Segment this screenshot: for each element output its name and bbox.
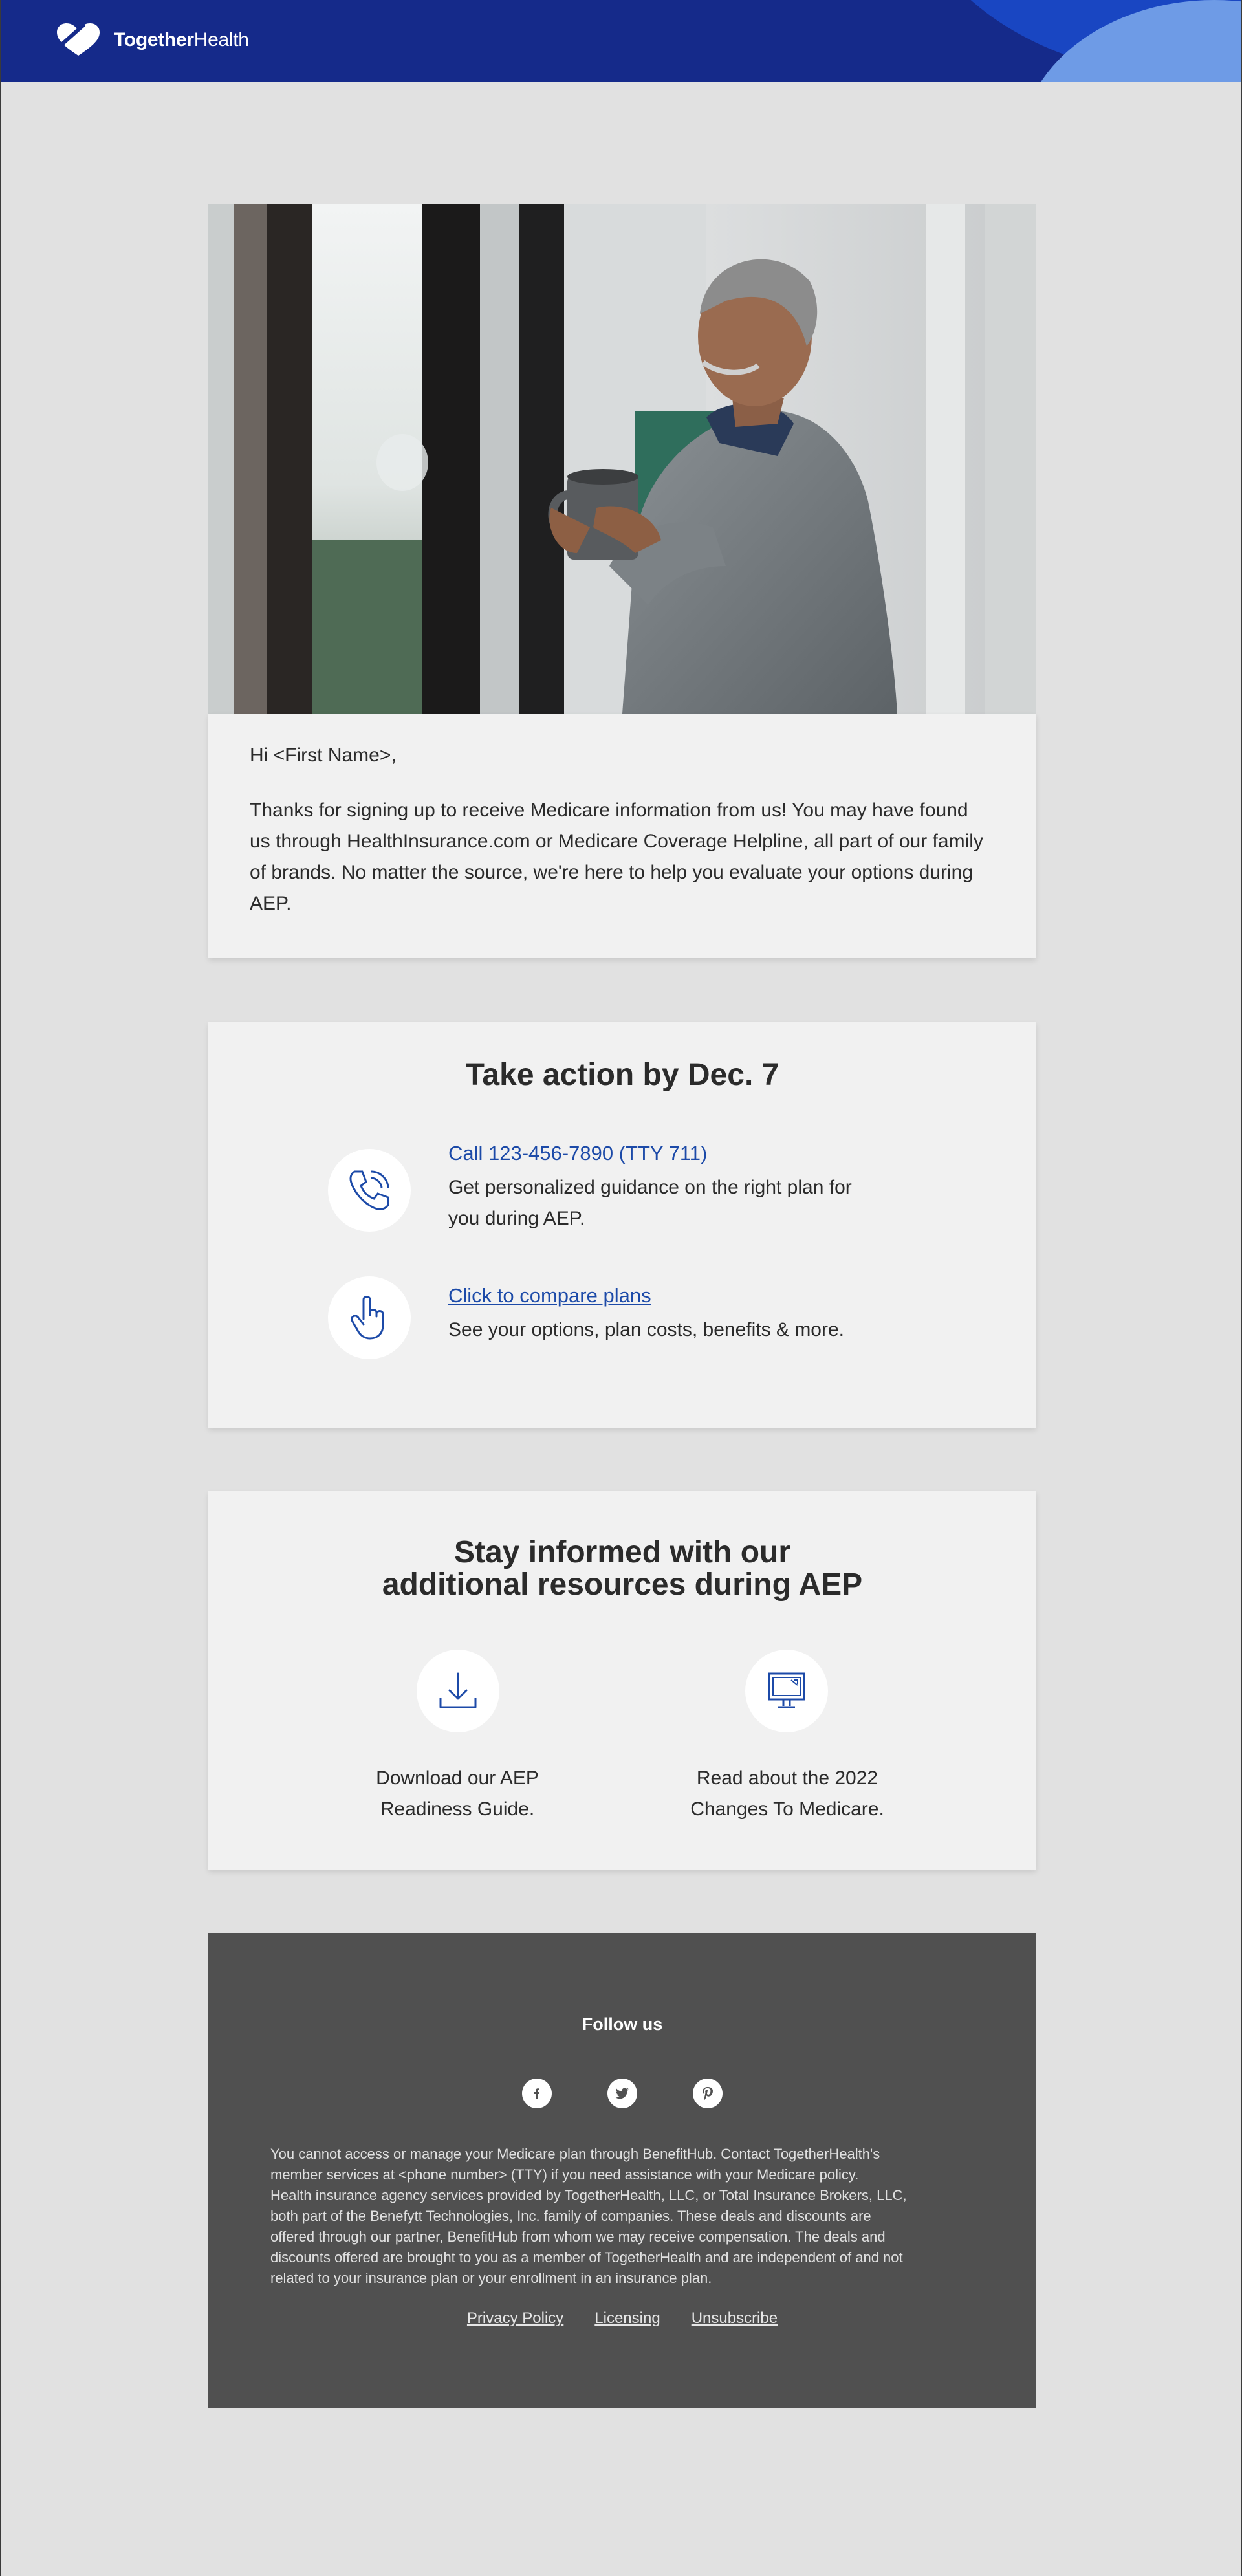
disclaimer-line: discounts offered are brought to you as … bbox=[270, 2249, 903, 2265]
header-bar: TogetherHealth bbox=[1, 0, 1241, 82]
download-icon bbox=[439, 1672, 477, 1708]
intro-paragraph: Thanks for signing up to receive Medicar… bbox=[250, 800, 983, 914]
phone-icon-circle[interactable] bbox=[328, 1149, 411, 1232]
compare-plans-description: See your options, plan costs, benefits &… bbox=[448, 1319, 844, 1340]
footer: Follow us You cannot access or manage yo… bbox=[208, 1933, 1036, 2408]
footer-disclaimer: You cannot access or manage your Medicar… bbox=[270, 2144, 975, 2289]
resources-card: Stay informed with our additional resour… bbox=[208, 1491, 1036, 1870]
brand-logo[interactable]: TogetherHealth bbox=[56, 23, 249, 57]
heart-logo-icon bbox=[57, 23, 100, 56]
pinterest-icon[interactable] bbox=[693, 2079, 723, 2108]
medicare-changes-line2: Changes To Medicare. bbox=[690, 1798, 884, 1820]
brand-name: TogetherHealth bbox=[114, 29, 249, 51]
monitor-icon bbox=[768, 1672, 805, 1708]
phone-icon bbox=[349, 1170, 389, 1210]
resources-title: Stay informed with our additional resour… bbox=[208, 1536, 1036, 1601]
man-with-coffee-photo bbox=[208, 204, 1036, 714]
take-action-card: Take action by Dec. 7 Call 123-456-7890 … bbox=[208, 1022, 1036, 1428]
disclaimer-line: both part of the Benefytt Technologies, … bbox=[270, 2208, 871, 2224]
unsubscribe-link[interactable]: Unsubscribe bbox=[692, 2309, 778, 2328]
brand-name-bold: Together bbox=[114, 29, 194, 50]
call-description-line2: you during AEP. bbox=[448, 1208, 585, 1229]
disclaimer-line: member services at <phone number> (TTY) … bbox=[270, 2167, 859, 2183]
disclaimer-line: Health insurance agency services provide… bbox=[270, 2187, 907, 2203]
resources-title-line1: Stay informed with our bbox=[453, 1535, 791, 1569]
download-guide-line1: Download our AEP bbox=[376, 1767, 539, 1789]
download-guide-text[interactable]: Download our AEP Readiness Guide. bbox=[325, 1763, 590, 1825]
compare-plans-link[interactable]: Click to compare plans bbox=[448, 1284, 651, 1307]
intro-card: Hi <First Name>, Thanks for signing up t… bbox=[208, 714, 1036, 958]
disclaimer-line: offered through our partner, BenefitHub … bbox=[270, 2229, 886, 2245]
twitter-icon[interactable] bbox=[607, 2079, 637, 2108]
greeting-text: Hi <First Name>, bbox=[250, 745, 397, 766]
hero-image bbox=[208, 204, 1036, 714]
monitor-icon-circle[interactable] bbox=[745, 1650, 828, 1732]
hand-pointer-icon-circle[interactable] bbox=[328, 1276, 411, 1359]
brand-name-regular: Health bbox=[193, 29, 249, 50]
call-phone-link[interactable]: Call 123-456-7890 (TTY 711) bbox=[448, 1142, 707, 1165]
medicare-changes-line1: Read about the 2022 bbox=[696, 1767, 878, 1789]
disclaimer-line: You cannot access or manage your Medicar… bbox=[270, 2146, 880, 2162]
take-action-title: Take action by Dec. 7 bbox=[465, 1058, 779, 1092]
footer-links: Privacy Policy Licensing Unsubscribe bbox=[208, 2309, 1036, 2328]
call-description-line1: Get personalized guidance on the right p… bbox=[448, 1177, 852, 1198]
licensing-link[interactable]: Licensing bbox=[594, 2309, 660, 2328]
resources-title-line2: additional resources during AEP bbox=[382, 1567, 863, 1602]
facebook-icon[interactable] bbox=[522, 2079, 552, 2108]
privacy-policy-link[interactable]: Privacy Policy bbox=[467, 2309, 563, 2328]
download-guide-line2: Readiness Guide. bbox=[380, 1798, 535, 1820]
follow-us-label: Follow us bbox=[582, 2014, 663, 2034]
hand-pointer-icon bbox=[351, 1296, 384, 1340]
disclaimer-line: related to your insurance plan or your e… bbox=[270, 2270, 712, 2286]
medicare-changes-text[interactable]: Read about the 2022 Changes To Medicare. bbox=[655, 1763, 920, 1825]
download-icon-circle[interactable] bbox=[417, 1650, 499, 1732]
